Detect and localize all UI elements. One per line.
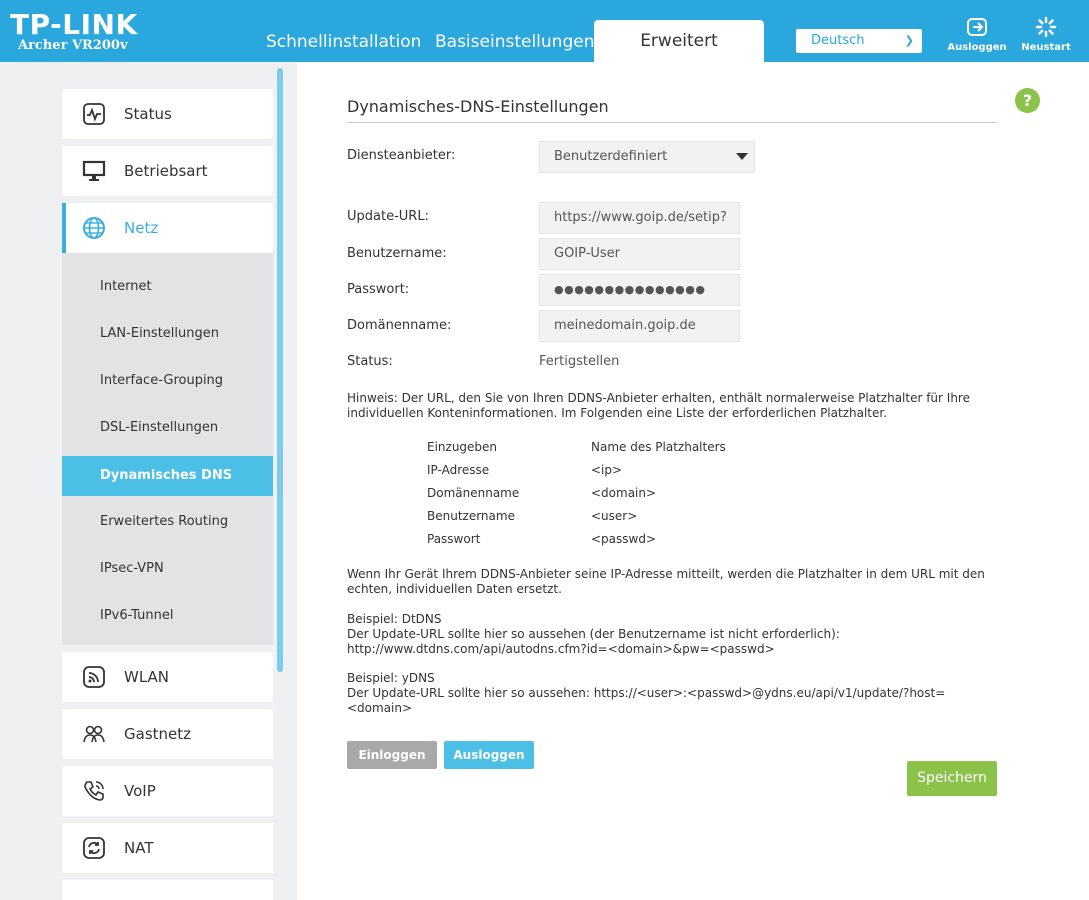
submenu-item-internet[interactable]: Internet — [62, 267, 273, 307]
hint-line-1: Hinweis: Der URL, den Sie von Ihren DDNS… — [347, 391, 970, 405]
submenu-item-advanced-routing[interactable]: Erweitertes Routing — [62, 502, 273, 542]
sidebar-item-label: Status — [124, 105, 172, 123]
table-cell: Domänenname — [427, 486, 520, 500]
submenu-item-interface-grouping[interactable]: Interface-Grouping — [62, 361, 273, 401]
wlan-icon — [83, 666, 105, 688]
restart-button[interactable]: Neustart — [1016, 16, 1076, 53]
tab-basic[interactable]: Basiseinstellungen — [435, 32, 594, 52]
table-cell: IP-Adresse — [427, 463, 490, 477]
title-divider — [347, 122, 997, 123]
status-value: Fertigstellen — [539, 354, 620, 369]
language-select[interactable]: Deutsch ❯ — [796, 29, 922, 53]
table-cell: Passwort — [427, 532, 481, 546]
table-cell: <ip> — [591, 463, 623, 477]
phone-icon — [84, 781, 104, 801]
chevron-down-icon: ❯ — [904, 34, 914, 47]
password-label: Passwort: — [347, 282, 410, 297]
example2-line-2: <domain> — [347, 701, 413, 715]
restart-label: Neustart — [1021, 42, 1071, 53]
sidebar-scrollbar[interactable] — [277, 68, 283, 672]
submenu-item-lan[interactable]: LAN-Einstellungen — [62, 314, 273, 354]
submenu-item-ipv6-tunnel[interactable]: IPv6-Tunnel — [62, 596, 273, 636]
table-cell: <user> — [591, 509, 638, 523]
info-line-2: echten, individuellen Daten ersetzt. — [347, 582, 562, 596]
network-submenu: Internet LAN-Einstellungen Interface-Gro… — [62, 253, 273, 645]
monitor-icon — [82, 160, 106, 181]
sidebar-item-wlan[interactable]: WLAN — [62, 652, 273, 702]
dropdown-arrow-icon — [736, 153, 748, 160]
update-url-label: Update-URL: — [347, 209, 429, 224]
update-url-field[interactable]: https://www.goip.de/setip? — [539, 202, 740, 234]
sidebar-item-nat[interactable]: NAT — [62, 823, 273, 873]
restart-icon — [1035, 16, 1057, 38]
username-field[interactable]: GOIP-User — [539, 238, 740, 270]
provider-label: Diensteanbieter: — [347, 148, 456, 163]
top-header: TP-LINK Archer VR200v Schnellinstallatio… — [0, 0, 1089, 62]
table-cell: <passwd> — [591, 532, 657, 546]
sidebar-item-label: NAT — [124, 839, 154, 857]
globe-icon — [83, 217, 105, 239]
username-label: Benutzername: — [347, 246, 447, 261]
sidebar-item-network[interactable]: Netz — [62, 203, 273, 253]
guest-network-icon — [83, 725, 105, 743]
table-cell: <domain> — [591, 486, 657, 500]
page-title: Dynamisches-DNS-Einstellungen — [347, 97, 609, 116]
example1-line-2: http://www.dtdns.com/api/autodns.cfm?id=… — [347, 642, 775, 656]
sidebar-item-label: WLAN — [124, 668, 170, 686]
login-button[interactable]: Einloggen — [347, 741, 437, 769]
brand-logo: TP-LINK — [10, 8, 138, 41]
sidebar-item-voip[interactable]: VoIP — [62, 766, 273, 816]
logout-icon — [967, 18, 987, 36]
info-line-1: Wenn Ihr Gerät Ihrem DDNS-Anbieter seine… — [347, 567, 985, 581]
nat-icon — [83, 837, 105, 859]
logout-button[interactable]: Ausloggen — [444, 741, 534, 769]
submenu-item-ddns[interactable]: Dynamisches DNS — [62, 456, 273, 496]
tab-advanced[interactable]: Erweitert — [594, 20, 764, 62]
save-button[interactable]: Speichern — [907, 761, 997, 796]
sidebar-item-guest-network[interactable]: Gastnetz — [62, 709, 273, 759]
hint-line-2: individuellen Konteninformationen. Im Fo… — [347, 406, 888, 420]
sidebar-item-label: Netz — [124, 219, 159, 237]
help-icon[interactable]: ? — [1015, 88, 1040, 113]
sidebar-item-label: Gastnetz — [124, 725, 192, 743]
example1-line-1: Der Update-URL sollte hier so aussehen (… — [347, 627, 840, 641]
submenu-item-dsl[interactable]: DSL-Einstellungen — [62, 408, 273, 448]
logout-header-button[interactable]: Ausloggen — [947, 16, 1007, 53]
sidebar-item-partial[interactable] — [62, 880, 273, 900]
password-field[interactable]: ●●●●●●●●●●●●●●● — [539, 274, 740, 306]
sidebar-item-label: VoIP — [124, 782, 156, 800]
example2-title: Beispiel: yDNS — [347, 671, 435, 685]
domain-label: Domänenname: — [347, 318, 452, 333]
domain-field[interactable]: meinedomain.goip.de — [539, 310, 740, 342]
status-icon — [83, 103, 105, 125]
logout-header-label: Ausloggen — [947, 42, 1007, 53]
table-header-input: Einzugeben — [427, 440, 498, 454]
sidebar-item-label: Betriebsart — [124, 162, 208, 180]
example2-line-1: Der Update-URL sollte hier so aussehen: … — [347, 686, 946, 700]
tab-quick-setup[interactable]: Schnellinstallation — [266, 32, 421, 52]
table-header-placeholder: Name des Platzhalters — [591, 440, 726, 454]
model-name: Archer VR200v — [18, 38, 128, 53]
provider-value: Benutzerdefiniert — [554, 149, 668, 164]
status-label: Status: — [347, 354, 393, 369]
example1-title: Beispiel: DtDNS — [347, 612, 442, 626]
submenu-item-ipsec-vpn[interactable]: IPsec-VPN — [62, 549, 273, 589]
sidebar-item-status[interactable]: Status — [62, 89, 273, 139]
language-value: Deutsch — [811, 33, 865, 48]
table-cell: Benutzername — [427, 509, 515, 523]
provider-select[interactable]: Benutzerdefiniert — [539, 141, 755, 173]
sidebar-item-operation-mode[interactable]: Betriebsart — [62, 146, 273, 196]
